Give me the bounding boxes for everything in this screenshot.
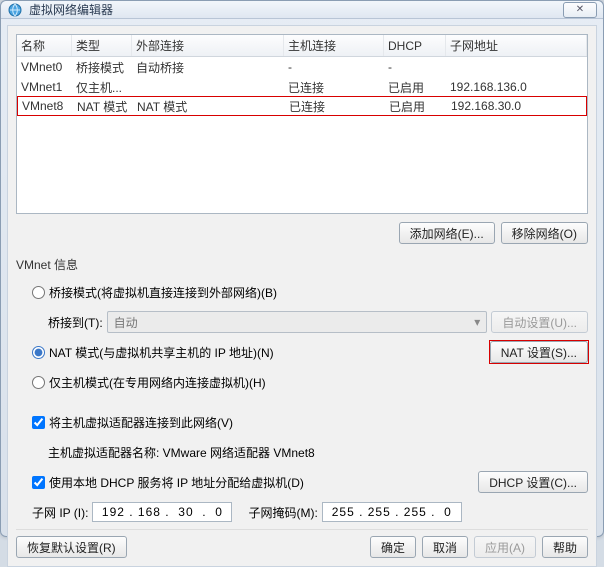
chevron-down-icon: ▾ [474,315,480,329]
col-host[interactable]: 主机连接 [284,35,384,56]
col-dhcp[interactable]: DHCP [384,35,446,56]
subnet-row: 子网 IP (I): 子网掩码(M): [16,501,588,523]
content-area: 名称 类型 外部连接 主机连接 DHCP 子网地址 VMnet0 桥接模式 自动… [7,25,597,567]
close-button[interactable]: ✕ [563,2,597,18]
nat-settings-highlight: NAT 设置(S)... [490,341,588,363]
subnet-mask-label: 子网掩码(M): [248,504,317,521]
nat-mode-row: NAT 模式(与虚拟机共享主机的 IP 地址)(N) NAT 设置(S)... [16,341,588,363]
nat-settings-button[interactable]: NAT 设置(S)... [490,341,588,363]
cell: VMnet1 [17,80,72,94]
bridged-to-row: 桥接到(T): 自动 ▾ 自动设置(U)... [16,311,588,333]
cell: 自动桥接 [132,59,284,76]
bridged-mode-row: 桥接模式(将虚拟机直接连接到外部网络)(B) [16,281,588,303]
subnet-mask-input[interactable] [322,502,462,522]
col-ext[interactable]: 外部连接 [132,35,284,56]
bridged-to-label: 桥接到(T): [48,314,103,331]
cell: 已连接 [285,98,385,115]
bridged-to-select: 自动 ▾ [107,311,488,333]
app-icon [7,2,23,18]
restore-defaults-button[interactable]: 恢复默认设置(R) [16,536,127,558]
attach-adapter-label[interactable]: 将主机虚拟适配器连接到此网络(V) [49,414,233,431]
ok-button[interactable]: 确定 [370,536,416,558]
attach-adapter-checkbox[interactable] [32,416,45,429]
cell: 已启用 [384,79,446,96]
cell: NAT 模式 [73,98,133,115]
add-network-button[interactable]: 添加网络(E)... [399,222,495,244]
adapter-name-row: 主机虚拟适配器名称: VMware 网络适配器 VMnet8 [16,441,588,463]
col-name[interactable]: 名称 [17,35,72,56]
table-buttons: 添加网络(E)... 移除网络(O) [16,218,588,250]
use-dhcp-row: 使用本地 DHCP 服务将 IP 地址分配给虚拟机(D) DHCP 设置(C).… [16,471,588,493]
subnet-ip-input[interactable] [92,502,232,522]
table-row[interactable]: VMnet1 仅主机... 已连接 已启用 192.168.136.0 [17,77,587,97]
cell: 192.168.136.0 [446,80,587,94]
cell: - [384,60,446,74]
bridged-radio[interactable] [32,286,45,299]
cancel-button[interactable]: 取消 [422,536,468,558]
close-icon: ✕ [576,4,584,15]
cell: VMnet0 [17,60,72,74]
vmnet-info-label: VMnet 信息 [16,256,588,273]
table-row-selected[interactable]: VMnet8 NAT 模式 NAT 模式 已连接 已启用 192.168.30.… [17,96,587,116]
cell: 192.168.30.0 [447,99,586,113]
table-row[interactable]: VMnet0 桥接模式 自动桥接 - - [17,57,587,77]
table-header: 名称 类型 外部连接 主机连接 DHCP 子网地址 [17,35,587,57]
window: 虚拟网络编辑器 ✕ 名称 类型 外部连接 主机连接 DHCP 子网地址 VMne… [0,0,604,537]
use-dhcp-label[interactable]: 使用本地 DHCP 服务将 IP 地址分配给虚拟机(D) [49,474,304,491]
nat-radio[interactable] [32,346,45,359]
use-dhcp-checkbox[interactable] [32,476,45,489]
nat-label[interactable]: NAT 模式(与虚拟机共享主机的 IP 地址)(N) [49,344,274,361]
dhcp-settings-button[interactable]: DHCP 设置(C)... [478,471,588,493]
network-table: 名称 类型 外部连接 主机连接 DHCP 子网地址 VMnet0 桥接模式 自动… [16,34,588,214]
window-title: 虚拟网络编辑器 [29,1,563,18]
help-button[interactable]: 帮助 [542,536,588,558]
attach-adapter-row: 将主机虚拟适配器连接到此网络(V) [16,411,588,433]
bridged-to-value: 自动 [114,314,138,331]
titlebar: 虚拟网络编辑器 ✕ [1,1,603,19]
bridged-label[interactable]: 桥接模式(将虚拟机直接连接到外部网络)(B) [49,284,277,301]
apply-button: 应用(A) [474,536,536,558]
subnet-ip-label: 子网 IP (I): [32,504,88,521]
cell: 已连接 [284,79,384,96]
cell: 仅主机... [72,79,132,96]
hostonly-label[interactable]: 仅主机模式(在专用网络内连接虚拟机)(H) [49,374,266,391]
cell: 已启用 [385,98,447,115]
footer-buttons: 恢复默认设置(R) 确定 取消 应用(A) 帮助 [16,529,588,558]
hostonly-radio[interactable] [32,376,45,389]
auto-settings-button: 自动设置(U)... [491,311,588,333]
remove-network-button[interactable]: 移除网络(O) [501,222,588,244]
col-subnet[interactable]: 子网地址 [446,35,587,56]
hostonly-mode-row: 仅主机模式(在专用网络内连接虚拟机)(H) [16,371,588,393]
cell: - [284,60,384,74]
cell: 桥接模式 [72,59,132,76]
adapter-name-text: 主机虚拟适配器名称: VMware 网络适配器 VMnet8 [48,444,315,461]
col-type[interactable]: 类型 [72,35,132,56]
cell: VMnet8 [18,99,73,113]
cell: NAT 模式 [133,98,285,115]
